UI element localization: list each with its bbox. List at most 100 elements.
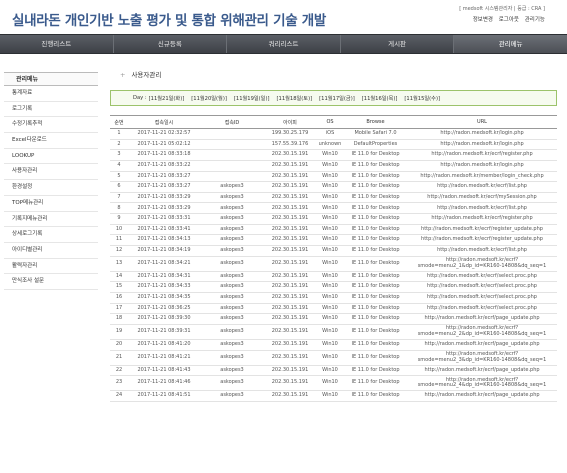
- nav-board[interactable]: 게시판: [341, 35, 455, 53]
- cell-url: http://radon.medsoft.kr/ecrf/page_update…: [407, 365, 557, 377]
- sidebar-item[interactable]: 활력자관리: [4, 259, 98, 275]
- cell-ip: 202.30.15.191: [264, 303, 316, 315]
- sidebar-item[interactable]: 사용자관리: [4, 164, 98, 181]
- nav-query-list[interactable]: 쿼리리스트: [227, 35, 341, 53]
- table-row: 10 2017-11-21 08:33:41 askopes3 202.30.15.1…: [110, 224, 557, 236]
- nav-admin-menu[interactable]: 관리메뉴: [454, 35, 567, 53]
- table-row: 4 2017-11-21 08:33:22 202.30.15.191 Win10 IE…: [110, 160, 557, 172]
- cell-os: Win10: [316, 224, 344, 236]
- cell-ip: 202.30.15.191: [264, 339, 316, 351]
- cell-datetime: 2017-11-21 08:34:13: [128, 234, 200, 247]
- sidebar-item[interactable]: 로그기록: [4, 102, 98, 118]
- table-row: 12 2017-11-21 08:34:19 askopes3 202.30.15.1…: [110, 245, 557, 257]
- cell-user-id: askopes3: [200, 390, 264, 402]
- cell-ip: 202.30.15.191: [264, 256, 316, 272]
- cell-os: Win10: [316, 245, 344, 257]
- sidebar-item[interactable]: 아이디별관리: [4, 243, 98, 259]
- cell-seq: 15: [110, 281, 128, 293]
- sidebar-item[interactable]: LOOKUP: [4, 149, 98, 165]
- edit-profile-link[interactable]: 정보변경: [473, 17, 493, 23]
- cell-os: Win10: [316, 192, 344, 204]
- cell-user-id: askopes3: [200, 213, 264, 225]
- logout-link[interactable]: 로그아웃: [499, 17, 519, 23]
- cell-datetime: 2017-11-21 08:33:22: [128, 160, 200, 172]
- cell-os: Win10: [316, 292, 344, 304]
- date-link[interactable]: [11월16일(목)]: [362, 96, 398, 102]
- date-link[interactable]: [11월19일(일)]: [234, 96, 270, 102]
- cell-user-id: askopes3: [200, 234, 264, 247]
- cell-os: Win10: [316, 213, 344, 225]
- cell-ip: 202.30.15.191: [264, 375, 316, 392]
- cell-url: http://radon.medsoft.kr/ecrf/mySession.p…: [407, 192, 557, 204]
- cell-ip: 202.30.15.191: [264, 245, 316, 257]
- date-link[interactable]: [11월21일(화)]: [149, 96, 185, 102]
- cell-datetime: 2017-11-21 08:34:31: [128, 271, 200, 283]
- table-row: 11 2017-11-21 08:34:13 askopes3 202.30.15.1…: [110, 234, 557, 247]
- cell-datetime: 2017-11-21 08:36:25: [128, 303, 200, 315]
- cell-datetime: 2017-11-21 08:33:27: [128, 171, 200, 183]
- sidebar-item[interactable]: 상세로그기록: [4, 227, 98, 243]
- cell-ip: 202.30.15.191: [264, 171, 316, 183]
- cell-seq: 10: [110, 224, 128, 236]
- cell-ip: 202.30.15.191: [264, 365, 316, 377]
- cell-os: Win10: [316, 160, 344, 172]
- cell-url: http://radon.medsoft.kr/login.php: [407, 128, 557, 140]
- cell-browser: IE 11.0 for Desktop: [344, 171, 407, 183]
- cell-datetime: 2017-11-21 08:33:29: [128, 202, 200, 215]
- cell-user-id: askopes3: [200, 281, 264, 293]
- table-row: 23 2017-11-21 08:41:46 askopes3 202.30.15.1…: [110, 375, 557, 392]
- cell-seq: 19: [110, 324, 128, 340]
- cell-user-id: askopes3: [200, 313, 264, 325]
- cell-user-id: [200, 128, 264, 140]
- section-title-text: 사용자관리: [131, 71, 162, 79]
- date-link[interactable]: [11월20일(월)]: [191, 96, 227, 102]
- cell-browser: IE 11.0 for Desktop: [344, 181, 407, 193]
- sidebar-item[interactable]: 기록지메뉴관리: [4, 212, 98, 228]
- cell-os: Win10: [316, 281, 344, 293]
- cell-browser: IE 11.0 for Desktop: [344, 245, 407, 257]
- col-header-browser: Browse: [344, 115, 407, 129]
- table-row: 19 2017-11-21 08:39:31 askopes3 202.30.15.1…: [110, 324, 557, 340]
- cell-browser: IE 11.0 for Desktop: [344, 339, 407, 351]
- cell-seq: 8: [110, 202, 128, 215]
- cell-browser: IE 11.0 for Desktop: [344, 256, 407, 272]
- cell-seq: 3: [110, 149, 128, 161]
- col-header-url: URL: [407, 115, 557, 129]
- sidebar-item[interactable]: 환경설정: [4, 180, 98, 196]
- cell-os: Win10: [316, 234, 344, 247]
- cell-url: http://radon.medsoft.kr/ecrf/register_up…: [407, 234, 557, 247]
- table-row: 14 2017-11-21 08:34:31 askopes3 202.30.15.1…: [110, 271, 557, 283]
- sidebar-item[interactable]: 만식조사 설문: [4, 274, 98, 290]
- sidebar-item[interactable]: 통계자료: [4, 86, 98, 102]
- cell-user-id: askopes3: [200, 303, 264, 315]
- cell-seq: 4: [110, 160, 128, 172]
- cell-datetime: 2017-11-21 08:33:31: [128, 213, 200, 225]
- cell-browser: IE 11.0 for Desktop: [344, 271, 407, 283]
- date-link[interactable]: [11월18일(토)]: [277, 96, 313, 102]
- cell-datetime: 2017-11-21 08:41:51: [128, 390, 200, 402]
- cell-user-id: [200, 160, 264, 172]
- sidebar-item[interactable]: Excel다운로드: [4, 133, 98, 149]
- cell-os: Win10: [316, 313, 344, 325]
- nav-progress-list[interactable]: 진행리스트: [0, 35, 114, 53]
- cell-browser: IE 11.0 for Desktop: [344, 192, 407, 204]
- cell-user-id: [200, 149, 264, 161]
- sidebar-item[interactable]: 수정기록추적: [4, 117, 98, 134]
- cell-ip: 202.30.15.191: [264, 181, 316, 193]
- date-link[interactable]: [11월15일(수)]: [404, 96, 440, 102]
- cell-user-id: askopes3: [200, 339, 264, 351]
- admin-link[interactable]: 관리기능: [525, 17, 545, 23]
- sidebar-item[interactable]: TOP메뉴관리: [4, 196, 98, 212]
- nav-new-registration[interactable]: 신규등록: [114, 35, 228, 53]
- cell-os: Win10: [316, 202, 344, 215]
- cell-datetime: 2017-11-21 05:02:12: [128, 139, 200, 151]
- cell-ip: 202.30.15.191: [264, 350, 316, 366]
- cell-url: http://radon.medsoft.kr/ecrf/list.php: [407, 181, 557, 193]
- date-link[interactable]: [11월17일(금)]: [319, 96, 355, 102]
- cell-url: http://radon.medsoft.kr/ecrf/select.proc…: [407, 292, 557, 304]
- cell-ip: 199.30.25.179: [264, 128, 316, 140]
- cell-os: Win10: [316, 303, 344, 315]
- cell-datetime: 2017-11-21 08:41:21: [128, 350, 200, 366]
- cell-datetime: 2017-11-21 08:41:20: [128, 339, 200, 351]
- cell-ip: 157.55.39.176: [264, 139, 316, 151]
